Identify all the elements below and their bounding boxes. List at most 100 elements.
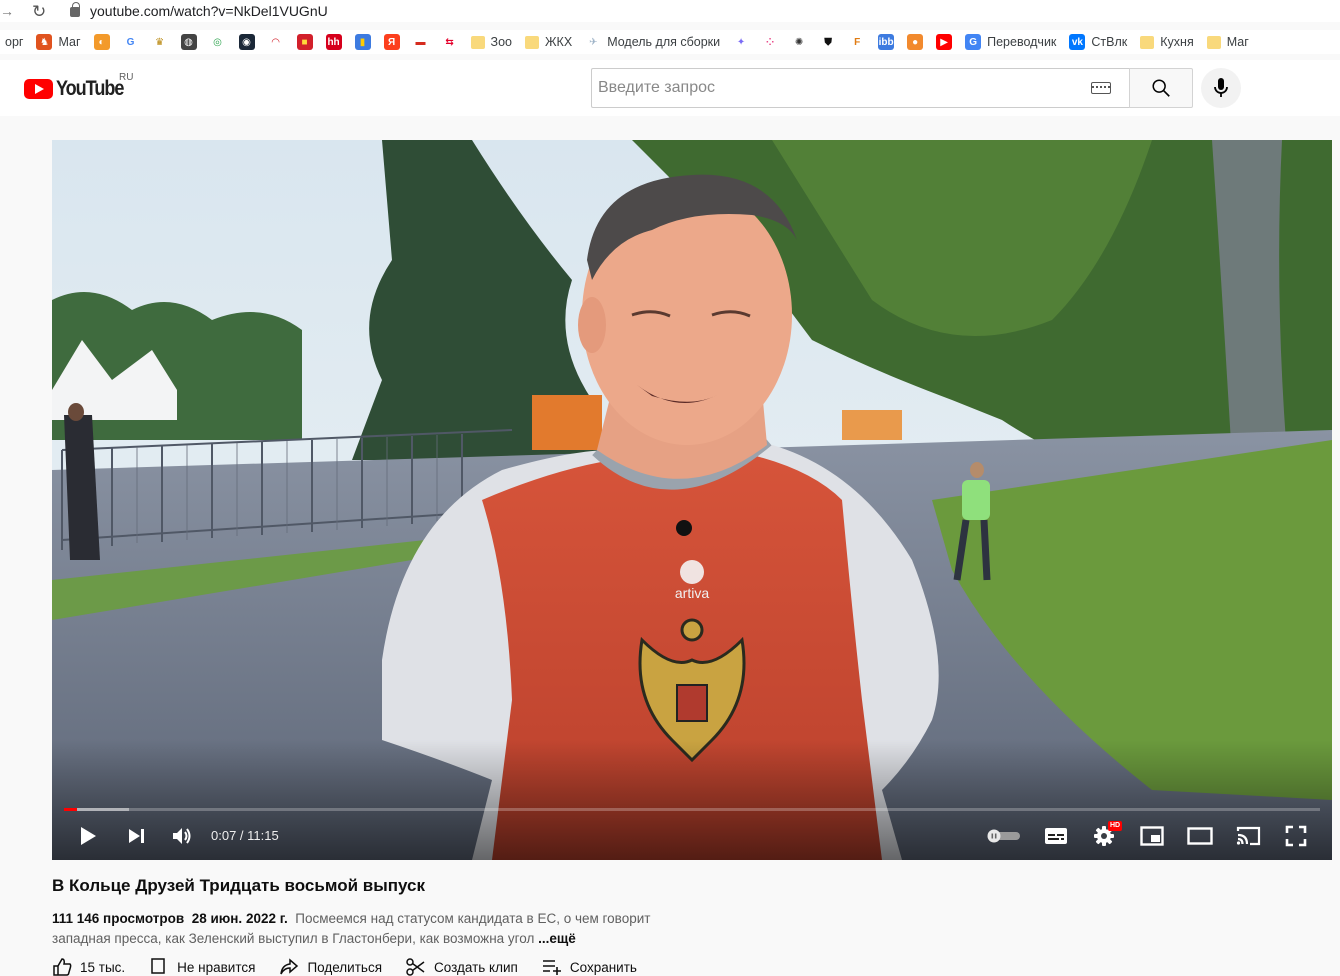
play-icon: [81, 827, 96, 845]
youtube-logo[interactable]: YouTube RU: [24, 72, 134, 101]
bookmark-item[interactable]: ▶: [931, 31, 957, 53]
vk-icon: vk: [1069, 34, 1086, 50]
bookmark-item[interactable]: ♞ Маг: [31, 31, 85, 53]
folder-icon: [470, 35, 485, 49]
bookmark-item[interactable]: ■: [292, 31, 318, 53]
shield-icon: ⛊: [820, 34, 837, 50]
hh-icon: hh: [325, 34, 342, 50]
show-more-link[interactable]: ...ещё: [538, 931, 576, 946]
autoplay-toggle[interactable]: [984, 820, 1024, 852]
bookmark-item[interactable]: ◉: [234, 31, 260, 53]
bookmark-item[interactable]: ⁘: [757, 31, 783, 53]
lock-icon[interactable]: [70, 2, 80, 17]
video-player[interactable]: artiva 0:07 / 11:15 HD: [52, 140, 1332, 860]
bookmark-item[interactable]: ▮: [350, 31, 376, 53]
bookmark-label: Модель для сборки: [607, 35, 721, 49]
subtitles-button[interactable]: [1036, 820, 1076, 852]
google-icon: G: [122, 34, 139, 50]
cast-icon: [1236, 826, 1261, 846]
subtitles-icon: [1045, 828, 1067, 844]
youtube-play-icon: [24, 79, 53, 99]
bookmark-item[interactable]: ▬: [408, 31, 434, 53]
browser-address-bar: → ↻ youtube.com/watch?v=NkDel1VUGnU: [0, 0, 1340, 22]
upload-date: 28 июн. 2022 г.: [191, 911, 288, 926]
settings-button[interactable]: HD: [1084, 820, 1124, 852]
folder-icon: [1206, 35, 1221, 49]
clip-button[interactable]: Создать клип: [406, 958, 518, 976]
bookmark-label: Зоо: [490, 35, 513, 49]
hd-badge: HD: [1108, 821, 1123, 831]
next-button[interactable]: [118, 820, 154, 852]
bookmark-item[interactable]: Зоо: [466, 31, 517, 53]
video-actions: 15 тыс. Не нравится Поделиться Создать к…: [52, 958, 661, 976]
miniplayer-button[interactable]: [1132, 820, 1172, 852]
bookmark-item[interactable]: ♛: [147, 31, 173, 53]
red-arc-icon: ◠: [267, 34, 284, 50]
reload-icon[interactable]: ↻: [32, 3, 50, 20]
bookmark-item[interactable]: Кухня: [1135, 31, 1198, 53]
search-button[interactable]: [1129, 68, 1193, 108]
bookmark-item[interactable]: G Переводчик: [960, 31, 1061, 53]
theater-mode-button[interactable]: [1180, 820, 1220, 852]
fullscreen-button[interactable]: [1276, 820, 1316, 852]
bookmark-item[interactable]: ⛊: [815, 31, 841, 53]
bookmark-item[interactable]: vk СтВлк: [1064, 31, 1132, 53]
shop-icon: ♞: [36, 34, 53, 50]
save-button[interactable]: Сохранить: [542, 958, 637, 976]
bookmark-item[interactable]: ✺: [786, 31, 812, 53]
video-title: В Кольце Друзей Тридцать восьмой выпуск: [52, 876, 425, 895]
youtube-header: YouTube RU: [0, 60, 1340, 116]
share-label: Поделиться: [307, 959, 382, 975]
progress-bar[interactable]: [64, 808, 1320, 811]
bookmarks-bar: орг ♞ Маг ◐ G ♛ ◍ ◎ ◉ ◠ ■ hh ▮ Я ▬ ⇆ Зоо ЖКХ ✈ Модель для с…: [0, 30, 1340, 54]
like-count: 15 тыс.: [80, 959, 126, 975]
folder-icon: [525, 35, 540, 49]
video-description[interactable]: 111 146 просмотров 28 июн. 2022 г. Посме…: [52, 909, 672, 949]
bookmark-item[interactable]: орг: [0, 31, 28, 53]
view-count: 111 146 просмотров: [52, 911, 185, 926]
url-field[interactable]: youtube.com/watch?v=NkDel1VUGnU: [90, 3, 328, 19]
clip-label: Создать клип: [434, 959, 518, 975]
volume-icon: [173, 828, 191, 844]
bookmark-label: Маг: [1226, 35, 1249, 49]
bookmark-item[interactable]: G: [118, 31, 144, 53]
dislike-button[interactable]: Не нравится: [149, 958, 255, 976]
bookmark-item[interactable]: ЖКХ: [520, 31, 577, 53]
bookmark-item[interactable]: ibb: [873, 31, 899, 53]
dislike-label: Не нравится: [177, 959, 256, 975]
ibb-icon: ibb: [878, 34, 895, 50]
model-icon: ✈: [585, 34, 602, 50]
cast-button[interactable]: [1228, 820, 1268, 852]
save-label: Сохранить: [569, 959, 637, 975]
search-input[interactable]: [592, 69, 1091, 107]
bookmark-item[interactable]: Я: [379, 31, 405, 53]
voice-search-button[interactable]: [1201, 68, 1241, 108]
bookmark-item[interactable]: ✦: [728, 31, 754, 53]
bookmark-item[interactable]: ⇆: [437, 31, 463, 53]
pie-icon: ●: [907, 34, 924, 50]
like-button[interactable]: 15 тыс.: [52, 958, 125, 976]
bookmark-label: Маг: [58, 35, 81, 49]
bookmark-item[interactable]: ◎: [205, 31, 231, 53]
search-icon: [1152, 79, 1170, 97]
bracket-f-icon: F: [849, 34, 866, 50]
play-button[interactable]: [70, 820, 106, 852]
bookmark-item[interactable]: ●: [902, 31, 928, 53]
share-button[interactable]: Поделиться: [279, 958, 382, 976]
bookmark-item[interactable]: ✈ Модель для сборки: [580, 31, 725, 53]
thumbs-up-icon: [52, 958, 72, 976]
bookmark-item[interactable]: ◐: [89, 31, 115, 53]
forward-icon[interactable]: →: [0, 3, 14, 19]
volume-button[interactable]: [164, 820, 200, 852]
green-circle-icon: ◎: [209, 34, 226, 50]
bookmark-item[interactable]: ◠: [263, 31, 289, 53]
dots-icon: ⁘: [762, 34, 779, 50]
bookmark-item[interactable]: Маг: [1202, 31, 1254, 53]
bookmark-item[interactable]: ◍: [176, 31, 202, 53]
keyboard-icon[interactable]: [1091, 82, 1111, 94]
bookmark-item[interactable]: F: [844, 31, 870, 53]
bookmark-item[interactable]: hh: [321, 31, 347, 53]
region-label: RU: [119, 72, 134, 83]
thumbs-down-icon: [149, 958, 169, 976]
logo-text: YouTube: [56, 77, 124, 100]
